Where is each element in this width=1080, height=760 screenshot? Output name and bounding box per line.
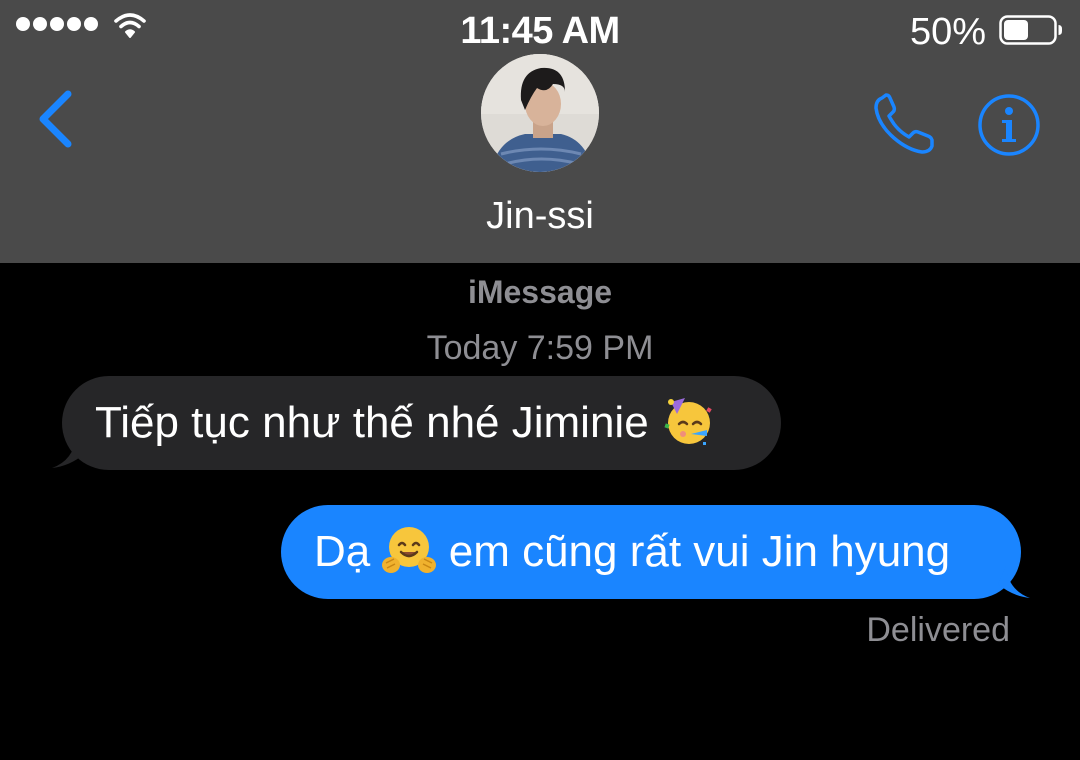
contact-avatar[interactable] xyxy=(481,54,599,172)
delivered-receipt: Delivered xyxy=(866,611,1010,649)
hugging-face-icon xyxy=(382,527,437,574)
outgoing-message-text-start: Dạ xyxy=(314,527,371,576)
phone-icon[interactable] xyxy=(870,90,940,158)
service-label: iMessage xyxy=(467,274,613,310)
partying-face-icon xyxy=(664,398,712,446)
back-chevron-icon[interactable] xyxy=(28,84,88,154)
contact-name[interactable]: Jin-ssi xyxy=(0,192,1080,240)
info-icon[interactable] xyxy=(976,92,1042,158)
battery-icon xyxy=(999,15,1062,45)
incoming-message-text: Tiếp tục như thế nhé Jiminie xyxy=(95,398,649,447)
message-timestamp: Today 7:59 PM xyxy=(426,329,654,367)
outgoing-message-bubble[interactable]: Dạ em cũng rất vui Jin hyung xyxy=(281,505,1021,599)
outgoing-bubble-tail xyxy=(998,566,1030,598)
conversation-header: 11:45 AM 50% Jin-ssi xyxy=(0,0,1080,263)
messages-screen: 11:45 AM 50% Jin-ssi iMessage Today 7:59… xyxy=(0,0,1080,760)
battery-percentage: 50% xyxy=(909,11,986,53)
incoming-message-bubble[interactable]: Tiếp tục như thế nhé Jiminie xyxy=(62,376,781,470)
outgoing-message-text-end: em cũng rất vui Jin hyung xyxy=(448,527,951,576)
